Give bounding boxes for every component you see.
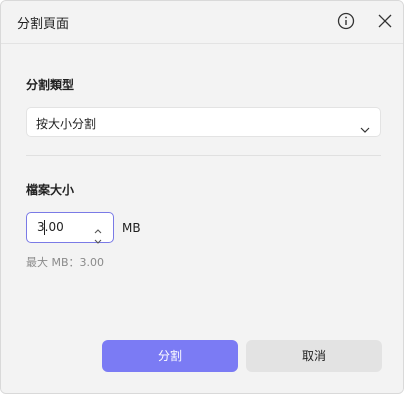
decrement-chevron-down-icon[interactable] <box>93 230 103 244</box>
text-caret <box>44 220 45 235</box>
split-type-label: 分割類型 <box>26 78 75 92</box>
info-icon[interactable] <box>337 12 355 30</box>
section-divider <box>26 155 381 156</box>
file-size-label: 檔案大小 <box>26 183 75 197</box>
split-page-dialog: 分割頁面 分割類型 按大小分割 檔案大小 3.00 MB 最大 MB：3.00 … <box>0 0 404 394</box>
chevron-down-icon <box>360 119 370 133</box>
file-size-value: 3.00 <box>37 220 64 234</box>
max-size-hint: 最大 MB：3.00 <box>26 256 105 269</box>
cancel-button[interactable]: 取消 <box>246 340 382 372</box>
split-type-select[interactable]: 按大小分割 <box>26 107 381 137</box>
file-size-input[interactable]: 3.00 <box>26 212 114 244</box>
file-size-unit: MB <box>122 221 141 235</box>
title-bar: 分割頁面 <box>1 1 403 44</box>
dialog-title: 分割頁面 <box>17 17 70 32</box>
dialog-content: 分割類型 按大小分割 檔案大小 3.00 MB 最大 MB：3.00 分割 取消 <box>1 44 403 393</box>
close-icon[interactable] <box>377 13 393 29</box>
split-button[interactable]: 分割 <box>102 340 238 372</box>
increment-chevron-up-icon[interactable] <box>93 220 103 234</box>
split-type-selected-value: 按大小分割 <box>36 117 97 131</box>
